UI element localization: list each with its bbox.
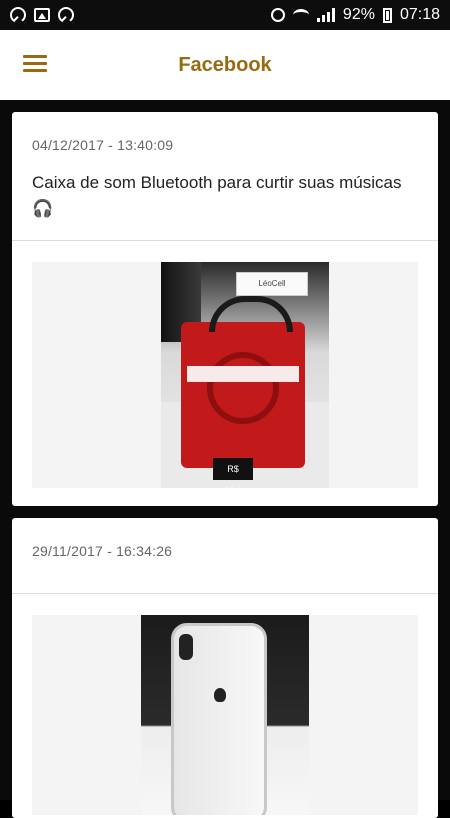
bluetooth-speaker — [181, 322, 305, 468]
post-header: 29/11/2017 - 16:34:26 — [12, 518, 438, 559]
whatsapp-icon — [58, 7, 74, 23]
signal-icon — [316, 8, 335, 22]
speaker-grill — [207, 352, 279, 424]
battery-icon — [382, 7, 392, 23]
divider — [12, 240, 438, 241]
post-image[interactable]: LéoCell R$ 132,00 — [32, 262, 418, 488]
status-time: 07:18 — [399, 6, 440, 23]
app-bar: Facebook — [0, 30, 450, 100]
post-timestamp: 04/12/2017 - 13:40:09 — [32, 137, 174, 153]
speaker-band — [187, 366, 299, 382]
post-caption: Caixa de som Bluetooth para curtir suas … — [32, 173, 402, 218]
post-timestamp: 29/11/2017 - 16:34:26 — [32, 543, 173, 559]
divider — [12, 593, 438, 594]
speaker-photo: LéoCell R$ 132,00 — [161, 262, 329, 488]
wifi-icon — [292, 9, 309, 21]
post-feed[interactable]: 04/12/2017 - 13:40:09 Caixa de som Bluet… — [0, 100, 450, 818]
post-card[interactable]: 04/12/2017 - 13:40:09 Caixa de som Bluet… — [12, 112, 438, 506]
apple-logo-icon — [214, 688, 226, 702]
smartphone — [171, 623, 267, 815]
alarm-icon — [270, 8, 285, 22]
status-bar: 92% 07:18 — [0, 0, 450, 30]
whatsapp-icon — [10, 7, 26, 23]
gallery-icon — [34, 8, 50, 22]
battery-percent: 92% — [342, 6, 375, 23]
post-image[interactable] — [32, 615, 418, 815]
camera-module — [179, 634, 193, 660]
speaker-handle — [209, 296, 293, 332]
store-sign: LéoCell — [236, 272, 308, 296]
post-header: 04/12/2017 - 13:40:09 Caixa de som Bluet… — [12, 112, 438, 222]
status-right: 92% 07:18 — [270, 6, 440, 24]
post-card[interactable]: 29/11/2017 - 16:34:26 — [12, 518, 438, 818]
page-title: Facebook — [178, 53, 272, 76]
status-left-icons — [10, 7, 74, 23]
price-tag: R$ 132,00 — [213, 458, 253, 488]
hamburger-menu-icon[interactable] — [23, 55, 47, 73]
iphone-photo — [141, 615, 309, 815]
